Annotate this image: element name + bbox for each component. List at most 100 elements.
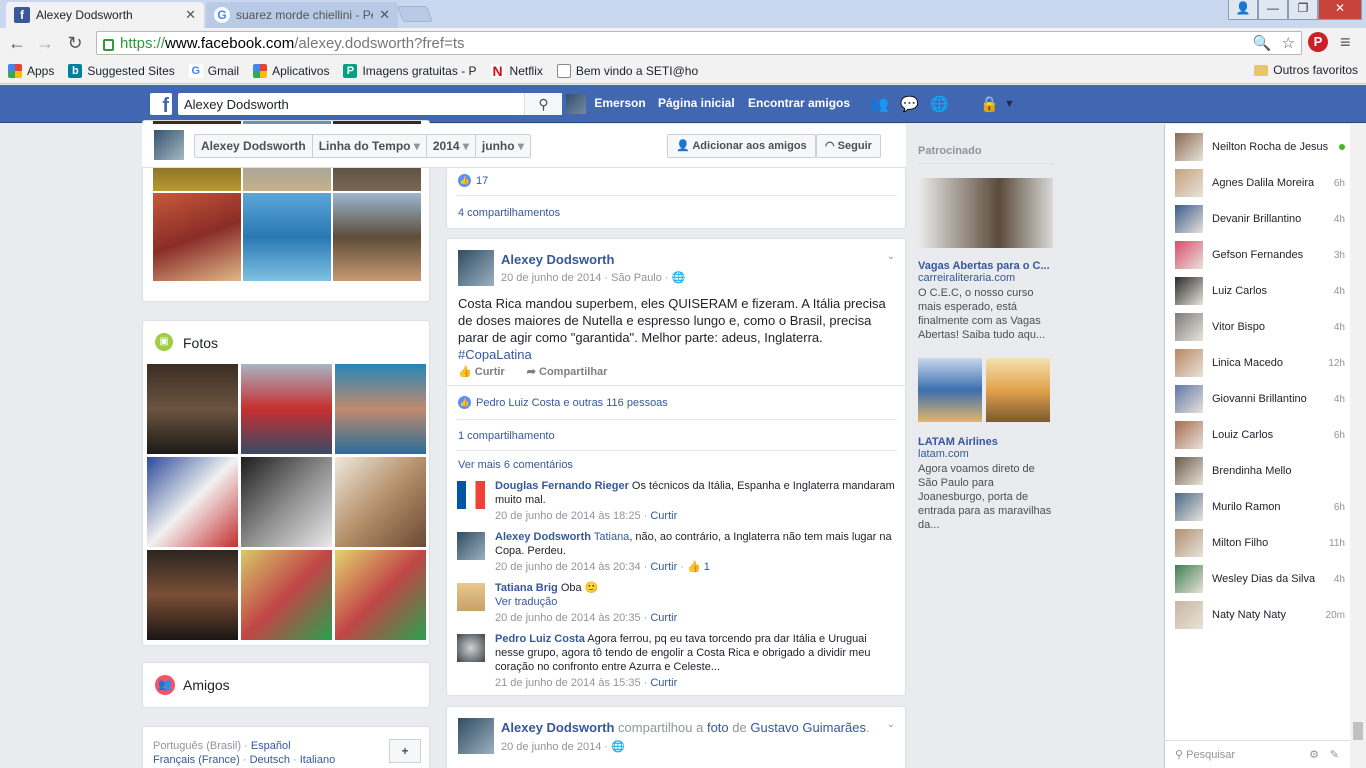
chat-contact[interactable]: Murilo Ramon 6h xyxy=(1175,492,1345,522)
chat-contact[interactable]: Wesley Dias da Silva 4h xyxy=(1175,564,1345,594)
comment-time[interactable]: 20 de junho de 2014 às 20:34 xyxy=(495,561,641,573)
photo-thumbnail[interactable] xyxy=(241,550,332,640)
photo-thumbnail[interactable] xyxy=(147,550,238,640)
commenter-name[interactable]: Pedro Luiz Costa xyxy=(495,633,585,645)
search-icon[interactable]: ⚲ xyxy=(524,93,562,115)
commenter-avatar[interactable] xyxy=(457,583,485,611)
tab-facebook[interactable]: f Alexey Dodsworth ✕ xyxy=(6,2,204,28)
likes-summary[interactable]: 👍 17 xyxy=(458,174,488,187)
share-button[interactable]: ➦ Compartilhar xyxy=(527,365,608,378)
section-dropdown[interactable]: Linha do Tempo xyxy=(313,135,427,157)
reload-button[interactable]: ↻ xyxy=(64,32,86,54)
author-avatar[interactable] xyxy=(458,250,494,286)
facebook-logo-icon[interactable]: f xyxy=(150,93,172,117)
close-window-button[interactable]: ✕ xyxy=(1318,0,1362,20)
commenter-name[interactable]: Douglas Fernando Rieger xyxy=(495,480,629,492)
ad-title[interactable]: LATAM Airlines xyxy=(918,436,1054,448)
new-tab-button[interactable] xyxy=(397,6,433,22)
year-dropdown[interactable]: 2014 xyxy=(427,135,476,157)
photos-title[interactable]: Fotos xyxy=(183,335,218,351)
view-more-comments-link[interactable]: Ver mais 6 comentários xyxy=(458,459,573,471)
photo-thumbnail[interactable] xyxy=(335,550,426,640)
chat-contact[interactable]: Linica Macedo 12h xyxy=(1175,348,1345,378)
zoom-search-icon[interactable]: 🔍 xyxy=(1253,34,1272,52)
comment-like-link[interactable]: Curtir xyxy=(650,677,677,689)
profile-name-link[interactable]: Alexey Dodsworth xyxy=(195,135,313,157)
messages-icon[interactable]: 💬 xyxy=(900,95,919,113)
minimize-button[interactable]: — xyxy=(1258,0,1288,20)
post-date[interactable]: 20 de junho de 2014 xyxy=(501,272,601,284)
photo-thumbnail[interactable] xyxy=(241,457,332,547)
post-options-chevron-down-icon[interactable]: ⌄ xyxy=(887,719,895,730)
pinterest-extension-icon[interactable]: P xyxy=(1308,32,1328,52)
chat-contact[interactable]: Louiz Carlos 6h xyxy=(1175,420,1345,450)
chat-contact[interactable]: Neilton Rocha de Jesus xyxy=(1175,132,1345,162)
chrome-menu-icon[interactable]: ≡ xyxy=(1340,32,1351,53)
photo-thumbnail[interactable] xyxy=(335,364,426,454)
bookmark-gmail[interactable]: G Gmail xyxy=(188,63,239,78)
add-friend-button[interactable]: 👤 Adicionar aos amigos xyxy=(667,134,816,158)
post-options-chevron-down-icon[interactable]: ⌄ xyxy=(887,251,895,262)
post-author[interactable]: Alexey Dodsworth xyxy=(501,720,614,735)
home-link[interactable]: Página inicial xyxy=(658,96,735,110)
privacy-lock-icon[interactable]: 🔒 xyxy=(980,95,999,113)
profile-thumbnail[interactable] xyxy=(154,130,184,160)
language-link[interactable]: Français (France) xyxy=(153,754,240,766)
friend-requests-icon[interactable]: 👥 xyxy=(870,95,889,113)
ad-image[interactable] xyxy=(918,358,982,422)
photo-link[interactable]: foto xyxy=(707,720,729,735)
mention-link[interactable]: Tatiana xyxy=(594,531,629,543)
profile-link[interactable]: Emerson xyxy=(566,94,646,114)
find-friends-link[interactable]: Encontrar amigos xyxy=(748,96,850,110)
see-translation-link[interactable]: Ver tradução xyxy=(495,596,557,608)
bookmark-netflix[interactable]: N Netflix xyxy=(490,63,543,78)
chat-contact[interactable]: Brendinha Mello xyxy=(1175,456,1345,486)
ad-host[interactable]: carreiraliteraria.com xyxy=(918,272,1054,284)
bookmark-other-favorites[interactable]: Outros favoritos xyxy=(1254,63,1358,77)
comment-time[interactable]: 20 de junho de 2014 às 18:25 xyxy=(495,510,641,522)
comment-like-count[interactable]: 1 xyxy=(704,561,710,573)
friends-title[interactable]: Amigos xyxy=(183,677,230,693)
post-place[interactable]: São Paulo xyxy=(611,272,662,284)
language-link[interactable]: Deutsch xyxy=(250,754,290,766)
maximize-button[interactable]: ❐ xyxy=(1288,0,1318,20)
chat-contact[interactable]: Milton Filho 11h xyxy=(1175,528,1345,558)
bookmark-seti[interactable]: Bem vindo a SETI@ho xyxy=(556,63,698,78)
author-avatar[interactable] xyxy=(458,718,494,754)
commenter-name[interactable]: Alexey Dodsworth xyxy=(495,531,591,543)
compose-icon[interactable]: ✎ xyxy=(1330,748,1339,761)
page-scrollbar[interactable] xyxy=(1350,124,1366,768)
facebook-search-input[interactable]: Alexey Dodsworth ⚲ xyxy=(178,93,562,115)
chat-contact[interactable]: Giovanni Brillantino 4h xyxy=(1175,384,1345,414)
bookmark-aplicativos[interactable]: Aplicativos xyxy=(253,63,329,78)
post-date[interactable]: 20 de junho de 2014 xyxy=(501,741,601,753)
chat-search-input[interactable]: ⚲ Pesquisar ⚙ ✎ xyxy=(1165,740,1351,768)
chat-contact[interactable]: Agnes Dalila Moreira 6h xyxy=(1175,168,1345,198)
shares-count[interactable]: 1 compartilhamento xyxy=(458,430,555,442)
language-link[interactable]: Italiano xyxy=(300,754,335,766)
hashtag-link[interactable]: #CopaLatina xyxy=(458,347,532,362)
language-link[interactable]: Español xyxy=(251,740,291,752)
photo-thumbnail[interactable] xyxy=(147,457,238,547)
bookmark-apps[interactable]: Apps xyxy=(8,63,54,78)
chat-contact[interactable]: Naty Naty Naty 20m xyxy=(1175,600,1345,630)
bookmark-imagens-gratuitas[interactable]: P Imagens gratuitas - P xyxy=(343,63,477,78)
gear-icon[interactable]: ⚙ xyxy=(1309,748,1319,761)
chat-contact[interactable]: Luiz Carlos 4h xyxy=(1175,276,1345,306)
close-tab-icon[interactable]: ✕ xyxy=(379,7,390,23)
photo-thumbnail[interactable] xyxy=(333,193,421,281)
month-dropdown[interactable]: junho xyxy=(476,135,530,157)
post-author[interactable]: Alexey Dodsworth xyxy=(501,252,614,267)
chat-contact[interactable]: Gefson Fernandes 3h xyxy=(1175,240,1345,270)
follow-button[interactable]: ◠ Seguir xyxy=(816,134,881,158)
like-button[interactable]: 👍 Curtir xyxy=(458,365,505,378)
commenter-name[interactable]: Tatiana Brig xyxy=(495,582,558,594)
photo-thumbnail[interactable] xyxy=(241,364,332,454)
photo-thumbnail[interactable] xyxy=(335,457,426,547)
bookmark-suggested-sites[interactable]: b Suggested Sites xyxy=(68,63,175,78)
chat-contact[interactable]: Vitor Bispo 4h xyxy=(1175,312,1345,342)
commenter-avatar[interactable] xyxy=(457,634,485,662)
bookmark-star-icon[interactable]: ☆ xyxy=(1282,34,1295,52)
ad-host[interactable]: latam.com xyxy=(918,448,1054,460)
comment-like-link[interactable]: Curtir xyxy=(650,561,677,573)
